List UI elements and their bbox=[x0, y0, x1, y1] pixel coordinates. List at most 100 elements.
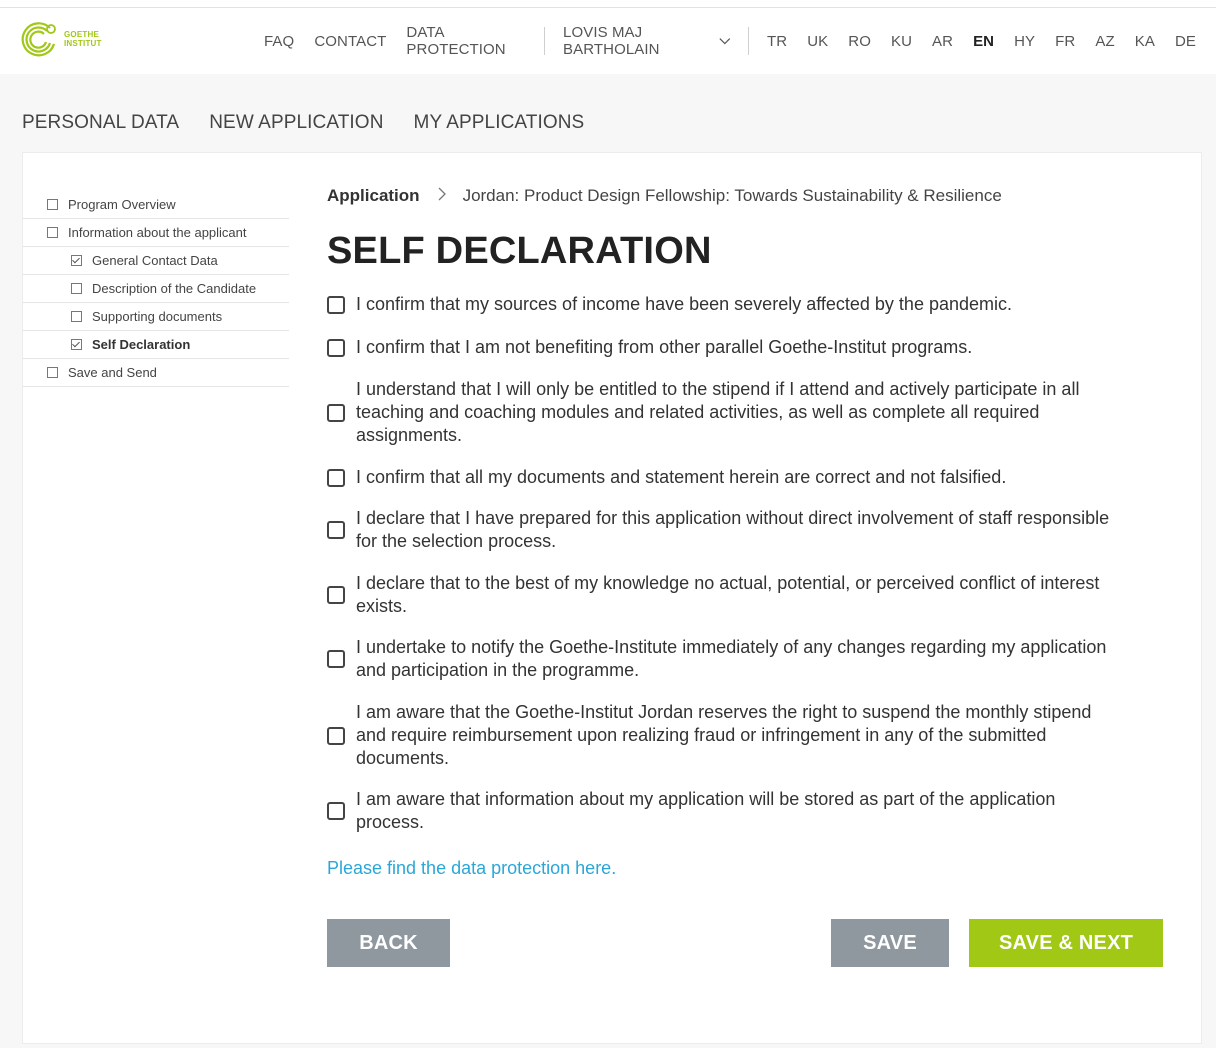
sidebar-item-label: Supporting documents bbox=[92, 309, 223, 324]
sidebar-item-general-contact-data[interactable]: General Contact Data bbox=[23, 247, 289, 275]
sidebar-item-applicant-info[interactable]: Information about the applicant bbox=[23, 219, 289, 247]
declaration-checkbox[interactable] bbox=[327, 338, 345, 357]
lang-ro[interactable]: RO bbox=[848, 33, 871, 50]
checked-box-icon bbox=[71, 339, 82, 350]
breadcrumb-root[interactable]: Application bbox=[327, 186, 420, 206]
declaration-checkbox[interactable] bbox=[327, 802, 345, 820]
sidebar-item-candidate-description[interactable]: Description of the Candidate bbox=[23, 275, 289, 303]
sidebar-item-label: Program Overview bbox=[68, 197, 176, 212]
declaration-item: I declare that to the best of my knowled… bbox=[327, 572, 1177, 618]
declaration-line: I declare that to the best of my knowled… bbox=[356, 573, 1100, 593]
checkbox-icon bbox=[47, 227, 58, 238]
back-button[interactable]: BACK bbox=[327, 919, 450, 967]
sidebar-item-save-and-send[interactable]: Save and Send bbox=[23, 359, 289, 387]
declaration-item: I confirm that I am not benefiting from … bbox=[327, 336, 1177, 359]
checkbox-icon bbox=[71, 311, 82, 322]
sidebar-item-self-declaration[interactable]: Self Declaration bbox=[23, 331, 289, 359]
checked-box-icon bbox=[71, 255, 82, 266]
declaration-item: I am aware that the Goethe-Institut Jord… bbox=[327, 701, 1177, 770]
logo-line-2: INSTITUT bbox=[64, 39, 102, 48]
declaration-line: teaching and coaching modules and relate… bbox=[356, 402, 1040, 422]
main-content: Application Jordan: Product Design Fello… bbox=[327, 183, 1187, 967]
declaration-line: for the selection process. bbox=[356, 531, 557, 551]
goethe-logo-icon bbox=[21, 22, 56, 57]
logo-wordmark: GOETHE INSTITUT bbox=[64, 30, 102, 48]
declaration-line: I am aware that the Goethe-Institut Jord… bbox=[356, 702, 1092, 722]
user-menu[interactable]: LOVIS MAJ BARTHOLAIN bbox=[563, 24, 730, 58]
declaration-line: I confirm that my sources of income have… bbox=[356, 294, 1013, 314]
lang-ka[interactable]: KA bbox=[1135, 33, 1155, 50]
declaration-line: documents. bbox=[356, 748, 450, 768]
breadcrumb: Application Jordan: Product Design Fello… bbox=[327, 183, 1187, 209]
declaration-checkbox[interactable] bbox=[327, 403, 345, 422]
declaration-line: I undertake to notify the Goethe-Institu… bbox=[356, 637, 1107, 657]
declaration-checkbox[interactable] bbox=[327, 468, 345, 487]
checkbox-icon bbox=[47, 199, 58, 210]
declaration-text: I undertake to notify the Goethe-Institu… bbox=[356, 636, 1106, 682]
save-button[interactable]: SAVE bbox=[831, 919, 949, 967]
lang-az[interactable]: AZ bbox=[1095, 33, 1114, 50]
section-tabs: PERSONAL DATA NEW APPLICATION MY APPLICA… bbox=[22, 112, 614, 134]
save-next-button[interactable]: SAVE & NEXT bbox=[969, 919, 1163, 967]
top-navigation: FAQ CONTACT DATA PROTECTION LOVIS MAJ BA… bbox=[264, 24, 1216, 58]
declaration-line: I declare that I have prepared for this … bbox=[356, 508, 1110, 528]
language-switcher: TR UK RO KU AR EN HY FR AZ KA DE bbox=[767, 33, 1216, 50]
sidebar-item-label: Description of the Candidate bbox=[92, 281, 257, 296]
declaration-line: process. bbox=[356, 812, 425, 832]
nav-separator bbox=[748, 27, 750, 55]
page-title: SELF DECLARATION bbox=[327, 230, 712, 272]
lang-ar[interactable]: AR bbox=[932, 33, 953, 50]
lang-de[interactable]: DE bbox=[1175, 33, 1196, 50]
declaration-checkbox[interactable] bbox=[327, 521, 345, 539]
declaration-checkbox[interactable] bbox=[327, 586, 345, 604]
checkbox-icon bbox=[71, 283, 82, 294]
sidebar-item-program-overview[interactable]: Program Overview bbox=[23, 191, 289, 219]
declaration-item: I understand that I will only be entitle… bbox=[327, 378, 1177, 447]
sidebar-item-label: General Contact Data bbox=[92, 253, 218, 268]
declaration-text: I declare that I have prepared for this … bbox=[356, 507, 1109, 553]
lang-tr[interactable]: TR bbox=[767, 33, 787, 50]
declaration-line: I am aware that information about my app… bbox=[356, 789, 1056, 809]
lang-uk[interactable]: UK bbox=[807, 33, 828, 50]
checkbox-icon bbox=[47, 367, 58, 378]
declaration-item: I confirm that my sources of income have… bbox=[327, 293, 1177, 316]
sidebar-item-supporting-documents[interactable]: Supporting documents bbox=[23, 303, 289, 331]
declaration-item: I confirm that all my documents and stat… bbox=[327, 466, 1177, 489]
sidebar-item-label: Information about the applicant bbox=[68, 225, 247, 240]
declaration-line: I understand that I will only be entitle… bbox=[356, 379, 1080, 399]
lang-ku[interactable]: KU bbox=[891, 33, 912, 50]
declaration-line: and participation in the programme. bbox=[356, 660, 640, 680]
goethe-logo[interactable]: GOETHE INSTITUT bbox=[20, 20, 110, 58]
declaration-checkbox[interactable] bbox=[327, 650, 345, 668]
lang-en[interactable]: EN bbox=[973, 33, 994, 50]
sidebar-item-label: Self Declaration bbox=[92, 337, 191, 352]
declaration-line: exists. bbox=[356, 596, 408, 616]
declaration-text: I am aware that the Goethe-Institut Jord… bbox=[356, 701, 1091, 770]
user-name: LOVIS MAJ BARTHOLAIN bbox=[563, 24, 660, 58]
declaration-checkbox[interactable] bbox=[327, 726, 345, 745]
logo-line-1: GOETHE bbox=[64, 30, 99, 39]
lang-hy[interactable]: HY bbox=[1014, 33, 1035, 50]
declaration-text: I confirm that my sources of income have… bbox=[356, 293, 1012, 316]
declaration-checkbox[interactable] bbox=[327, 295, 345, 314]
application-steps-sidebar: Program Overview Information about the a… bbox=[23, 191, 289, 387]
tab-personal-data[interactable]: PERSONAL DATA bbox=[22, 112, 179, 134]
top-strip bbox=[0, 0, 1216, 8]
lang-fr[interactable]: FR bbox=[1055, 33, 1075, 50]
tab-new-application[interactable]: NEW APPLICATION bbox=[209, 112, 383, 134]
page-body: PERSONAL DATA NEW APPLICATION MY APPLICA… bbox=[0, 74, 1216, 1048]
data-protection-link[interactable]: Please find the data protection here. bbox=[327, 858, 616, 879]
declaration-line: I confirm that all my documents and stat… bbox=[356, 467, 1007, 487]
declaration-line: and require reimbursement upon realizing… bbox=[356, 725, 1047, 745]
declaration-text: I understand that I will only be entitle… bbox=[356, 378, 1079, 447]
declaration-text: I confirm that all my documents and stat… bbox=[356, 466, 1006, 489]
sidebar-item-label: Save and Send bbox=[68, 365, 157, 380]
declaration-item: I am aware that information about my app… bbox=[327, 788, 1177, 834]
nav-data-protection[interactable]: DATA PROTECTION bbox=[406, 24, 524, 58]
nav-contact[interactable]: CONTACT bbox=[314, 33, 386, 50]
nav-faq[interactable]: FAQ bbox=[264, 33, 294, 50]
declaration-line: assignments. bbox=[356, 425, 463, 445]
tab-my-applications[interactable]: MY APPLICATIONS bbox=[414, 112, 585, 134]
declaration-line: I confirm that I am not benefiting from … bbox=[356, 337, 973, 357]
chevron-down-icon bbox=[718, 37, 730, 44]
